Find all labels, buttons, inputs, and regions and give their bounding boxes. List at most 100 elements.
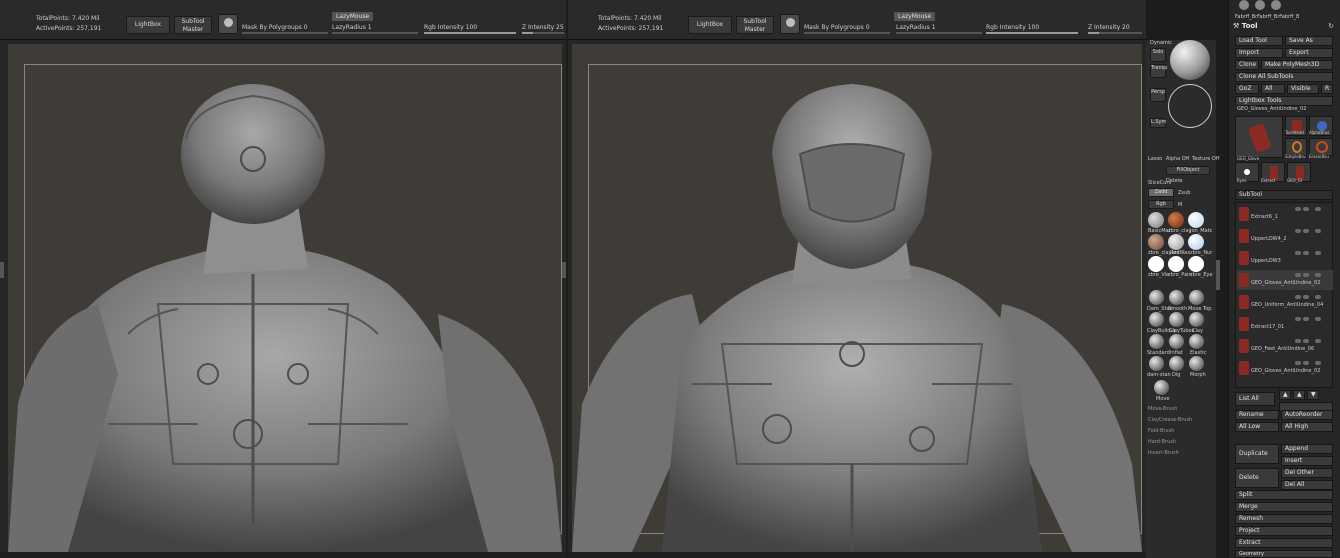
material-claybrs[interactable] <box>1148 234 1164 250</box>
brush-claytubes[interactable] <box>1169 312 1184 327</box>
del-other-button[interactable]: Del Other <box>1281 468 1333 478</box>
texture-off-label[interactable]: Texture Off <box>1192 156 1219 162</box>
shelf-scroll-handle[interactable] <box>1216 260 1220 290</box>
eye-icon[interactable] <box>1315 207 1321 211</box>
visible-button[interactable]: Visible <box>1287 84 1319 94</box>
eye-icon[interactable] <box>1315 361 1321 365</box>
material-jon[interactable] <box>1188 212 1204 228</box>
eye-icon[interactable] <box>1315 273 1321 277</box>
clone-all-subtools-button[interactable]: Clone All SubTools <box>1235 72 1333 82</box>
brush-dam-standard[interactable] <box>1149 290 1164 305</box>
tool-dot-icon-2[interactable] <box>1255 0 1265 10</box>
subtool-row-selected[interactable]: GEO_Gloves_AntiUndine_02 <box>1237 270 1333 290</box>
eye-icon[interactable] <box>1315 317 1321 321</box>
subtool-header[interactable]: SubTool <box>1235 190 1333 200</box>
tool-dot-icon-3[interactable] <box>1271 0 1281 10</box>
subtool-row[interactable]: Extract6_1 <box>1237 204 1333 224</box>
brush-elastic[interactable] <box>1189 334 1204 349</box>
project-button[interactable]: Project <box>1235 526 1333 536</box>
rgb-intensity-slider[interactable]: Rgb Intensity 100 <box>424 24 516 34</box>
rename-button[interactable]: Rename <box>1235 410 1279 420</box>
eye-icon[interactable] <box>1315 251 1321 255</box>
list-all-button[interactable]: List All <box>1235 392 1275 406</box>
lazyradius-slider[interactable]: LazyRadius 1 <box>896 24 982 34</box>
persp-button[interactable]: Persp <box>1150 88 1166 102</box>
m-label[interactable]: M <box>1178 202 1182 208</box>
subtool-master-button[interactable]: SubTool Master <box>174 16 212 34</box>
snapshot-icon[interactable] <box>218 14 238 34</box>
rgb-intensity-slider[interactable]: Rgb Intensity 100 <box>986 24 1078 34</box>
brush-move-top[interactable] <box>1189 290 1204 305</box>
clone-button[interactable]: Clone <box>1235 60 1259 70</box>
subtool-row[interactable]: GEO_Feet_AntiUndine_06 <box>1237 336 1333 356</box>
eye-icon[interactable] <box>1303 317 1309 321</box>
eye-icon[interactable] <box>1303 339 1309 343</box>
save-as-button[interactable]: Save As <box>1285 36 1333 46</box>
recent-brush-1[interactable]: ClayCrease-Brush <box>1148 417 1192 423</box>
eye-icon[interactable] <box>1295 207 1301 211</box>
transp-button[interactable]: Transp <box>1150 64 1167 78</box>
make-polymesh-button[interactable]: Make PolyMesh3D <box>1261 60 1333 70</box>
load-tool-button[interactable]: Load Tool <box>1235 36 1283 46</box>
eye-icon[interactable] <box>1295 361 1301 365</box>
stroke-alpha-circle[interactable] <box>1168 84 1212 128</box>
left-pane-right-handle[interactable] <box>562 262 566 278</box>
refresh-icon[interactable]: ↻ <box>1328 22 1334 30</box>
delete-button[interactable]: Delete <box>1235 468 1279 488</box>
eye-icon[interactable] <box>1295 251 1301 255</box>
merge-button[interactable]: Merge <box>1235 502 1333 512</box>
brush-dig[interactable] <box>1169 356 1184 371</box>
material-pain[interactable] <box>1168 256 1184 272</box>
brush-clay[interactable] <box>1189 312 1204 327</box>
right-canvas[interactable] <box>572 44 1142 552</box>
brush-smooth[interactable] <box>1169 290 1184 305</box>
material-vie[interactable] <box>1148 256 1164 272</box>
tool-dot-icon[interactable] <box>1239 0 1249 10</box>
z-intensity-slider[interactable]: Z Intensity 20 <box>1088 24 1142 34</box>
brush-claybuildup[interactable] <box>1149 312 1164 327</box>
subtool-row[interactable]: UpperLOW3 <box>1237 248 1333 268</box>
arrow-up-icon-2[interactable]: ▲ <box>1293 390 1305 400</box>
all-low-button[interactable]: All Low <box>1235 422 1279 432</box>
mask-by-polygroups-slider[interactable]: Mask By Polygroups 0 <box>804 24 890 34</box>
subtool-row[interactable]: Extract17_01 <box>1237 314 1333 334</box>
lazyradius-slider[interactable]: LazyRadius 1 <box>332 24 418 34</box>
mask-by-polygroups-slider[interactable]: Mask By Polygroups 0 <box>242 24 328 34</box>
lightbox-button[interactable]: LightBox <box>688 16 732 34</box>
recent-brush-2[interactable]: Fold-Brush <box>1148 428 1174 434</box>
snapshot-icon[interactable] <box>780 14 800 34</box>
eye-icon[interactable] <box>1303 361 1309 365</box>
zadd-button[interactable]: Zadd <box>1148 188 1174 197</box>
lightbox-button[interactable]: LightBox <box>126 16 170 34</box>
slicecurv-label[interactable]: SliceCurv <box>1148 180 1171 186</box>
material-redwax[interactable] <box>1168 234 1184 250</box>
eye-icon[interactable] <box>1295 317 1301 321</box>
recent-brush-4[interactable]: Invert-Brush <box>1148 450 1179 456</box>
eye-icon[interactable] <box>1303 207 1309 211</box>
brush-move[interactable] <box>1154 380 1169 395</box>
subtool-row[interactable]: GEO_Uniform_AntiUndine_04 <box>1237 292 1333 312</box>
eye-icon[interactable] <box>1303 273 1309 277</box>
lazymouse-toggle[interactable]: LazyMouse <box>332 12 374 21</box>
z-intensity-slider[interactable]: Z Intensity 25 <box>522 24 564 34</box>
current-tool-thumb[interactable] <box>1235 116 1283 158</box>
eye-icon[interactable] <box>1303 251 1309 255</box>
brush-inflat[interactable] <box>1169 334 1184 349</box>
lasso-label[interactable]: Lasso <box>1148 156 1162 162</box>
export-button[interactable]: Export <box>1285 48 1333 58</box>
alpha-off-label[interactable]: Alpha Off <box>1166 156 1189 162</box>
del-all-button[interactable]: Del All <box>1281 480 1333 490</box>
lazymouse-toggle[interactable]: LazyMouse <box>894 12 936 21</box>
eye-icon[interactable] <box>1303 295 1309 299</box>
eye-icon[interactable] <box>1295 339 1301 343</box>
all-high-button[interactable]: All High <box>1281 422 1333 432</box>
goz-button[interactable]: GoZ <box>1235 84 1259 94</box>
arrow-down-icon[interactable]: ▼ <box>1307 390 1319 400</box>
r-button[interactable]: R <box>1321 84 1333 94</box>
eye-icon[interactable] <box>1315 339 1321 343</box>
eye-icon[interactable] <box>1295 229 1301 233</box>
extract-button[interactable]: Extract <box>1235 538 1333 548</box>
split-button[interactable]: Split <box>1235 490 1333 500</box>
autoreorder-button[interactable]: AutoReorder <box>1281 410 1333 420</box>
left-edge-handle[interactable] <box>0 262 4 278</box>
